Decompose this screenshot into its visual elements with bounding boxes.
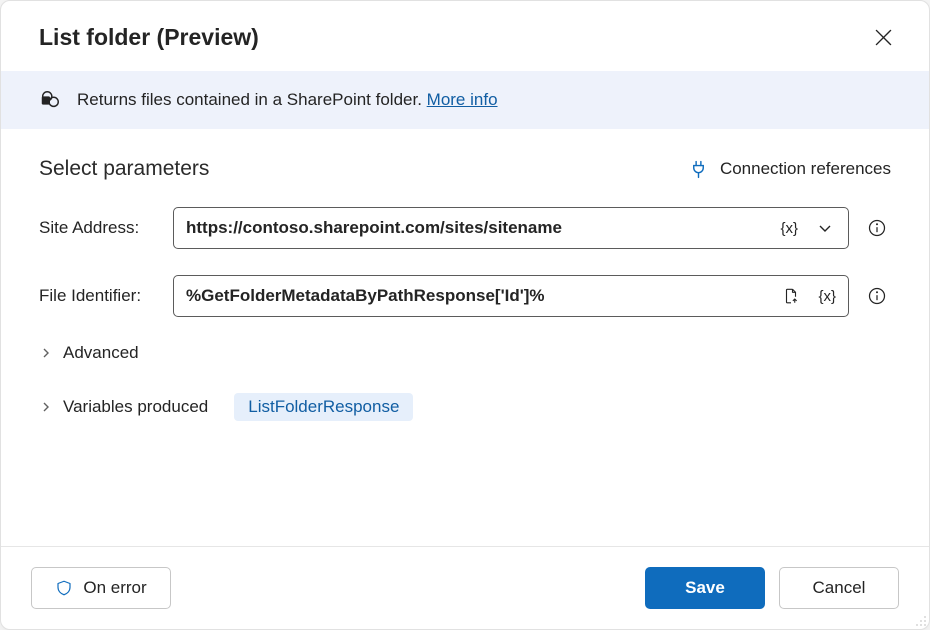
plug-icon bbox=[689, 160, 708, 179]
section-title: Select parameters bbox=[39, 157, 209, 181]
param-row-site-address: Site Address: {x} bbox=[39, 207, 891, 249]
cancel-button[interactable]: Cancel bbox=[779, 567, 899, 609]
file-select-icon bbox=[782, 287, 800, 305]
site-address-suffix: {x} bbox=[774, 211, 842, 245]
info-icon bbox=[867, 218, 887, 238]
variable-pill[interactable]: ListFolderResponse bbox=[234, 393, 413, 421]
dialog-header: List folder (Preview) bbox=[1, 1, 929, 71]
file-identifier-suffix: {x} bbox=[774, 279, 842, 313]
connection-references-button[interactable]: Connection references bbox=[689, 159, 891, 179]
param-row-file-identifier: File Identifier: {x} bbox=[39, 275, 891, 317]
info-icon bbox=[867, 286, 887, 306]
dialog-body: Select parameters Connection references … bbox=[1, 129, 929, 546]
dialog-title: List folder (Preview) bbox=[39, 24, 259, 51]
resize-handle[interactable] bbox=[911, 611, 927, 627]
connection-references-label: Connection references bbox=[720, 159, 891, 179]
variables-produced-label: Variables produced bbox=[63, 397, 208, 417]
file-identifier-input[interactable] bbox=[186, 286, 774, 306]
site-address-input-wrap[interactable]: {x} bbox=[173, 207, 849, 249]
svg-text:S: S bbox=[44, 98, 48, 105]
chevron-right-icon bbox=[39, 402, 53, 412]
variable-token-button[interactable]: {x} bbox=[774, 220, 804, 237]
dialog: List folder (Preview) S Returns files co… bbox=[0, 0, 930, 630]
site-address-label: Site Address: bbox=[39, 218, 159, 238]
banner-text: Returns files contained in a SharePoint … bbox=[77, 90, 498, 110]
save-button[interactable]: Save bbox=[645, 567, 765, 609]
shield-icon bbox=[55, 579, 73, 597]
chevron-down-icon bbox=[817, 220, 833, 236]
more-info-link[interactable]: More info bbox=[427, 90, 498, 109]
banner-description: Returns files contained in a SharePoint … bbox=[77, 90, 427, 109]
dropdown-button[interactable] bbox=[808, 211, 842, 245]
chevron-right-icon bbox=[39, 348, 53, 358]
file-identifier-input-wrap[interactable]: {x} bbox=[173, 275, 849, 317]
site-address-info-button[interactable] bbox=[863, 214, 891, 242]
close-icon bbox=[875, 29, 892, 46]
advanced-toggle[interactable]: Advanced bbox=[39, 343, 891, 363]
sharepoint-icon: S bbox=[39, 89, 61, 111]
file-identifier-info-button[interactable] bbox=[863, 282, 891, 310]
file-identifier-label: File Identifier: bbox=[39, 286, 159, 306]
file-picker-button[interactable] bbox=[774, 279, 808, 313]
section-header-row: Select parameters Connection references bbox=[39, 157, 891, 181]
on-error-button[interactable]: On error bbox=[31, 567, 171, 609]
dialog-footer: On error Save Cancel bbox=[1, 546, 929, 629]
close-button[interactable] bbox=[867, 21, 899, 53]
variable-token-button[interactable]: {x} bbox=[812, 288, 842, 305]
advanced-label: Advanced bbox=[63, 343, 139, 363]
info-banner: S Returns files contained in a SharePoin… bbox=[1, 71, 929, 129]
footer-actions: Save Cancel bbox=[645, 567, 899, 609]
on-error-label: On error bbox=[83, 578, 146, 598]
variables-produced-toggle[interactable]: Variables produced ListFolderResponse bbox=[39, 393, 891, 421]
site-address-input[interactable] bbox=[186, 218, 774, 238]
